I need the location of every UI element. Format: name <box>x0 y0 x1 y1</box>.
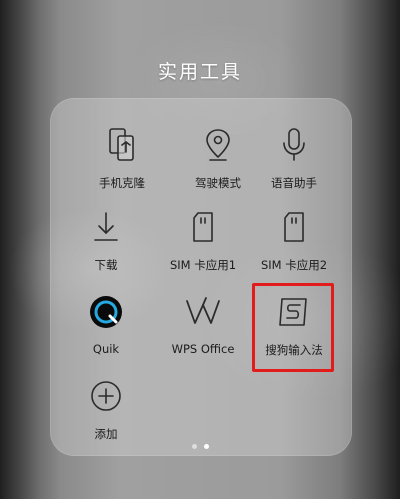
app-label: WPS Office <box>171 342 235 356</box>
app-quik[interactable]: Quik <box>58 292 154 384</box>
app-voice-assistant[interactable]: 语音助手 <box>246 125 342 217</box>
page-dot[interactable] <box>191 444 197 449</box>
phone-clone-icon <box>102 125 142 165</box>
app-label: Quik <box>92 342 120 356</box>
microphone-icon <box>274 125 314 165</box>
app-sim-card-1[interactable]: SIM 卡应用1 <box>155 207 251 299</box>
sim-card-icon <box>274 207 314 247</box>
app-add[interactable]: 添加 <box>58 376 154 468</box>
quik-logo-icon <box>86 292 126 332</box>
app-label: 手机克隆 <box>99 176 145 190</box>
page-indicator <box>0 444 400 449</box>
sim-card-icon <box>183 207 223 247</box>
location-pin-icon <box>198 125 238 165</box>
app-wps-office[interactable]: WPS Office <box>155 292 251 384</box>
app-label: 语音助手 <box>271 176 317 190</box>
wps-logo-icon <box>183 292 223 332</box>
page-dot-active[interactable] <box>203 444 209 449</box>
add-circle-icon <box>86 376 126 416</box>
app-label: 下载 <box>94 258 118 272</box>
folder-title[interactable]: 实用工具 <box>0 57 400 84</box>
app-phone-clone[interactable]: 手机克隆 <box>74 125 170 217</box>
app-label: SIM 卡应用2 <box>260 258 328 272</box>
app-label: 添加 <box>94 427 118 441</box>
app-label: 驾驶模式 <box>195 176 241 190</box>
app-label: SIM 卡应用1 <box>169 258 237 272</box>
highlight-box <box>252 283 334 372</box>
app-download[interactable]: 下载 <box>58 207 154 299</box>
download-icon <box>86 207 126 247</box>
